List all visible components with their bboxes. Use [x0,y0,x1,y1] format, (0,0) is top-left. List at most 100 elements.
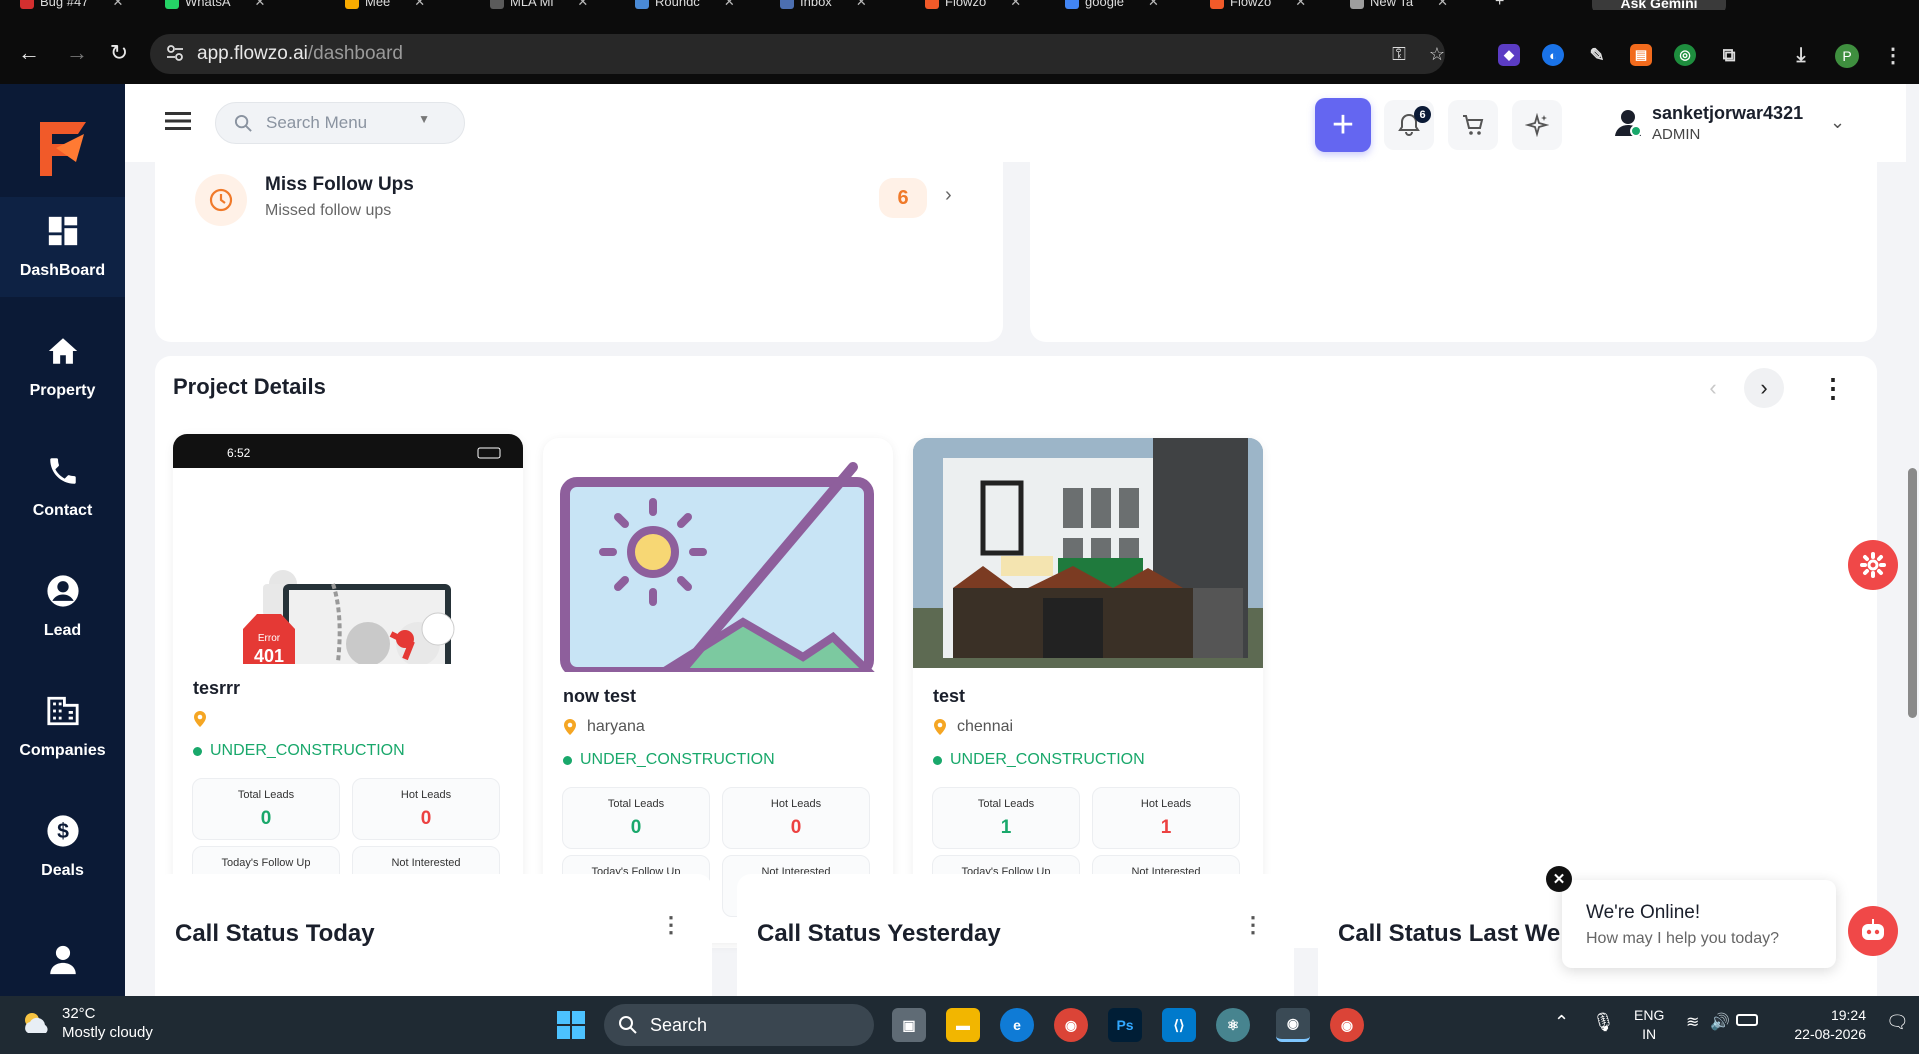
scrollbar-thumb[interactable] [1908,468,1917,718]
tab-label: google [1085,0,1125,9]
browser-menu-icon[interactable]: ⋮ [1882,44,1904,67]
download-icon[interactable]: ⤓ [1790,44,1812,66]
browser-tab[interactable]: Flowzo ✕ [1210,0,1306,10]
clock[interactable]: 19:24 22-08-2026 [1786,1006,1866,1044]
tab-favicon-icon [925,0,939,9]
sidebar-item-contact[interactable]: Contact [0,437,125,537]
chrome-active-icon[interactable]: ◉ [1276,1008,1310,1042]
new-tab-button[interactable]: + [1495,0,1504,10]
password-key-icon[interactable]: ⚿ [1388,44,1410,66]
address-bar[interactable]: app.flowzo.ai/dashboard ⚿ ☆ [150,34,1445,74]
browser-tab[interactable]: Bug #47 ✕ [20,0,123,10]
ask-gemini-button[interactable]: Ask Gemini [1592,0,1726,10]
microphone-icon[interactable]: 🎙 [1592,1012,1615,1033]
browser-tab[interactable]: New Ta ✕ [1350,0,1448,10]
extension-icon[interactable]: ◎ [1674,44,1696,66]
battery-icon[interactable] [1736,1014,1758,1026]
sidebar-item-user[interactable] [0,917,125,996]
settings-fab[interactable] [1848,540,1898,590]
bookmark-star-icon[interactable]: ☆ [1426,44,1448,66]
extension-icon[interactable]: ▤ [1630,44,1652,66]
sidebar-item-label: Companies [19,742,106,759]
close-tab-icon[interactable]: ✕ [724,0,735,10]
close-tab-icon[interactable]: ✕ [1437,0,1448,10]
task-view-icon[interactable]: ▣ [892,1008,926,1042]
windows-start-icon[interactable] [556,1010,586,1040]
search-placeholder: Search Menu [266,113,368,132]
taskbar-search[interactable]: Search [604,1004,874,1046]
chat-fab[interactable] [1848,906,1898,956]
weather-widget[interactable]: 32°C Mostly cloudy [20,1004,153,1042]
chevron-up-icon[interactable]: ⌃ [1554,1012,1569,1033]
chrome-profile-icon[interactable]: ◉ [1330,1008,1364,1042]
photoshop-icon[interactable]: Ps [1108,1008,1142,1042]
language-indicator[interactable]: ENG IN [1634,1006,1664,1044]
url-path: /dashboard [307,43,403,64]
profile-avatar[interactable]: P [1835,44,1859,68]
back-button[interactable]: ← [14,38,44,68]
close-tab-icon[interactable]: ✕ [1148,0,1159,10]
placeholder-image-icon [560,462,875,672]
vscode-icon[interactable]: ⟨⟩ [1162,1008,1196,1042]
project-card[interactable]: test chennai UNDER_CONSTRUCTION Total Le… [913,438,1263,943]
phone-time: 6:52 [227,446,251,460]
chat-widget-bubble[interactable]: We're Online! How may I help you today? [1562,880,1836,968]
close-tab-icon[interactable]: ✕ [414,0,425,10]
reload-button[interactable]: ↻ [104,38,134,68]
search-menu-input[interactable]: Search Menu ▼ [215,102,465,144]
electron-app-icon[interactable]: ⚛ [1216,1008,1250,1042]
menu-toggle-icon[interactable] [165,110,191,132]
extension-icon[interactable]: ◆ [1498,44,1520,66]
edge-icon[interactable]: e [1000,1008,1034,1042]
notifications-button[interactable]: 6 [1384,100,1434,150]
site-settings-icon[interactable] [166,44,184,62]
sidebar-item-dashboard[interactable]: DashBoard [0,197,125,297]
extensions-puzzle-icon[interactable]: ⧉ [1718,44,1740,66]
browser-tab[interactable]: WhatsA ✕ [165,0,265,10]
weather-temperature: 32°C [62,1005,96,1022]
close-tab-icon[interactable]: ✕ [856,0,867,10]
browser-tab[interactable]: MLA Mi ✕ [490,0,588,10]
ai-sparkle-button[interactable] [1512,100,1562,150]
project-card[interactable]: 6:52 Error 401 tesrrr UNDER_CONSTRUCTION… [173,434,523,934]
close-tab-icon[interactable]: ✕ [577,0,588,10]
more-options-icon[interactable]: ⋮ [1820,372,1846,404]
more-options-icon[interactable]: ⋮ [1242,912,1264,938]
extension-icon[interactable]: ◐ [1542,44,1564,66]
project-location [193,710,217,728]
chrome-icon[interactable]: ◉ [1054,1008,1088,1042]
carousel-prev-button[interactable]: ‹ [1693,368,1733,408]
volume-icon[interactable]: 🔊 [1710,1012,1730,1032]
browser-tab[interactable]: Roundc ✕ [635,0,735,10]
add-new-button[interactable]: + [1315,98,1371,152]
carousel-next-button[interactable]: › [1744,368,1784,408]
sidebar-item-companies[interactable]: Companies [0,677,125,777]
browser-tab[interactable]: Flowzo ✕ [925,0,1021,10]
notification-center-icon[interactable]: 🗨 [1886,1012,1909,1033]
project-status-text: UNDER_CONSTRUCTION [210,742,405,759]
miss-follow-ups-count[interactable]: 6 [879,178,927,218]
browser-tab[interactable]: Inbox ✕ [780,0,867,10]
close-tab-icon[interactable]: ✕ [1010,0,1021,10]
wifi-icon[interactable]: ≋ [1686,1012,1699,1032]
sidebar-item-property[interactable]: Property [0,317,125,417]
sidebar-item-deals[interactable]: $ Deals [0,797,125,897]
sidebar-item-lead[interactable]: Lead [0,557,125,657]
eyedropper-icon[interactable]: ✎ [1586,44,1608,66]
project-image [913,438,1263,668]
user-menu[interactable]: sanketjorwar4321 ADMIN ⌄ [1602,96,1902,152]
project-card[interactable]: now test haryana UNDER_CONSTRUCTION Tota… [543,438,893,943]
browser-tab[interactable]: Mee ✕ [345,0,425,10]
close-tab-icon[interactable]: ✕ [1295,0,1306,10]
more-options-icon[interactable]: ⋮ [660,912,682,938]
chevron-right-icon[interactable]: › [945,184,952,207]
project-location-text: haryana [587,718,645,735]
file-explorer-icon[interactable]: ▬ [946,1008,980,1042]
forward-button[interactable]: → [62,38,92,68]
close-tab-icon[interactable]: ✕ [112,0,123,10]
browser-tab[interactable]: google ✕ [1065,0,1159,10]
close-tab-icon[interactable]: ✕ [255,0,266,10]
cart-button[interactable] [1448,100,1498,150]
home-icon [48,338,77,364]
close-chat-button[interactable]: ✕ [1546,866,1572,892]
